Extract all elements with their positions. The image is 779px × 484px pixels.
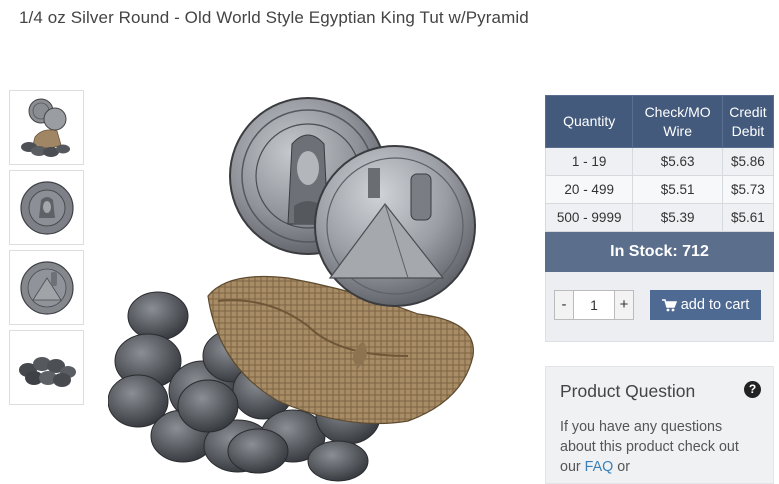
table-row: 1 - 19 $5.63 $5.86 [544,147,775,176]
tier-check-price: $5.63 [632,147,723,176]
thumbnail-list [9,90,84,410]
price-panel: Quantity Check/MO Wire Credit Debit 1 - … [544,95,775,342]
pyramid-coin-icon [19,260,74,315]
coin-pile-icon [18,356,76,387]
credit-header-line1: Credit [729,103,767,120]
check-header-line1: Check/MO [644,103,711,120]
thumbnail-coins-with-bag[interactable] [9,90,84,165]
thumbnail-king-tut[interactable] [9,170,84,245]
quantity-decrease-button[interactable]: - [554,290,574,320]
thumbnail-pyramid[interactable] [9,250,84,325]
cart-controls: - + add to cart [545,272,774,342]
column-header-credit: Credit Debit [721,95,775,148]
coins-with-bag-thumbnail-icon [20,98,70,157]
product-question-text: If you have any questions about this pro… [560,417,759,477]
column-header-check: Check/MO Wire [632,95,723,148]
add-to-cart-label: add to cart [680,297,750,313]
tier-quantity: 1 - 19 [544,147,634,176]
coins-and-bag-image [107,97,476,482]
add-to-cart-button[interactable]: add to cart [650,290,761,320]
question-tail: or [617,459,630,475]
question-circle-icon[interactable]: ? [744,381,761,398]
quantity-increase-button[interactable]: + [614,290,634,320]
price-tier-table: Quantity Check/MO Wire Credit Debit 1 - … [544,95,775,232]
product-question-panel: Product Question ? If you have any quest… [545,366,774,484]
tier-quantity: 500 - 9999 [544,203,634,232]
tier-credit-price: $5.61 [721,203,775,232]
tier-quantity: 20 - 499 [544,175,634,204]
king-tut-coin-icon [19,180,74,235]
check-header-line2: Wire [663,122,693,139]
product-title: 1/4 oz Silver Round - Old World Style Eg… [19,8,529,27]
pyramid-coin [314,145,476,307]
quantity-stepper: - + [554,290,634,320]
shopping-cart-icon [661,298,677,311]
column-header-quantity: Quantity [544,95,634,148]
tier-credit-price: $5.86 [721,147,775,176]
credit-header-line2: Debit [731,122,765,139]
quantity-input[interactable] [574,290,614,320]
tier-credit-price: $5.73 [721,175,775,204]
tier-check-price: $5.51 [632,175,723,204]
product-question-title: Product Question [560,381,696,401]
main-product-image[interactable] [107,56,486,484]
stock-status: In Stock: 712 [545,232,774,272]
table-row: 20 - 499 $5.51 $5.73 [544,175,775,204]
thumbnail-coin-pile[interactable] [9,330,84,405]
tier-check-price: $5.39 [632,203,723,232]
table-row: 500 - 9999 $5.39 $5.61 [544,203,775,232]
faq-link[interactable]: FAQ [585,459,614,475]
